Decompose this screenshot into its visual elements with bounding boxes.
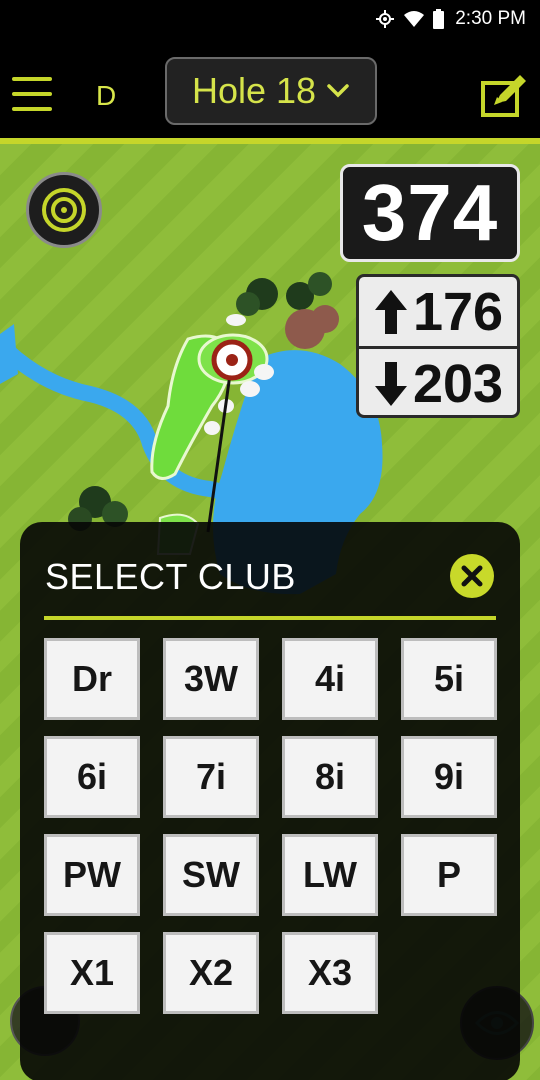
location-icon (376, 10, 394, 28)
club-button-4i[interactable]: 4i (282, 638, 378, 720)
front-back-distances: 176 203 (356, 274, 520, 418)
close-icon (461, 565, 483, 587)
app-bar-divider (0, 138, 540, 144)
club-button-p[interactable]: P (401, 834, 497, 916)
back-distance: 203 (412, 353, 504, 414)
front-distance: 176 (412, 281, 504, 342)
back-distance-row: 203 (359, 346, 517, 415)
menu-icon (12, 77, 52, 111)
hole-label: Hole 18 (191, 70, 317, 111)
tee-label: D (96, 80, 117, 111)
club-button-sw[interactable]: SW (163, 834, 259, 916)
edit-scorecard-button[interactable] (480, 73, 528, 119)
hole-selector[interactable]: Hole 18 (165, 57, 377, 125)
arrow-up-icon (374, 289, 407, 334)
edit-icon (481, 75, 526, 117)
club-button-9i[interactable]: 9i (401, 736, 497, 818)
wifi-icon (404, 11, 424, 27)
arrow-down-icon (374, 361, 407, 406)
club-button-pw[interactable]: PW (44, 834, 140, 916)
club-button-lw[interactable]: LW (282, 834, 378, 916)
course-map[interactable]: 374 176 203 SELECT CLUB Dr 3W 4i 5i 6i 7… (0, 144, 540, 1080)
panel-divider (44, 616, 496, 620)
target-icon (42, 188, 86, 232)
club-button-x2[interactable]: X2 (163, 932, 259, 1014)
front-distance-row: 176 (359, 277, 517, 346)
club-grid: Dr 3W 4i 5i 6i 7i 8i 9i PW SW LW P X1 X2… (44, 638, 500, 1014)
target-button[interactable] (26, 172, 102, 248)
club-button-6i[interactable]: 6i (44, 736, 140, 818)
club-button-dr[interactable]: Dr (44, 638, 140, 720)
chevron-down-icon (327, 84, 349, 98)
status-bar: 2:30 PM (0, 0, 540, 40)
club-button-x3[interactable]: X3 (282, 932, 378, 1014)
panel-title: SELECT CLUB (45, 556, 296, 597)
menu-button[interactable] (12, 77, 52, 113)
battery-icon (433, 9, 444, 29)
app-bar: D Hole 18 (0, 40, 540, 138)
club-button-7i[interactable]: 7i (163, 736, 259, 818)
club-button-5i[interactable]: 5i (401, 638, 497, 720)
status-time: 2:30 PM (455, 8, 526, 29)
status-icons (375, 9, 444, 29)
close-button[interactable] (450, 554, 494, 598)
club-button-x1[interactable]: X1 (44, 932, 140, 1014)
distance-to-pin: 374 (340, 164, 520, 262)
select-club-panel: SELECT CLUB Dr 3W 4i 5i 6i 7i 8i 9i PW S… (20, 522, 520, 1080)
club-button-3w[interactable]: 3W (163, 638, 259, 720)
club-button-8i[interactable]: 8i (282, 736, 378, 818)
